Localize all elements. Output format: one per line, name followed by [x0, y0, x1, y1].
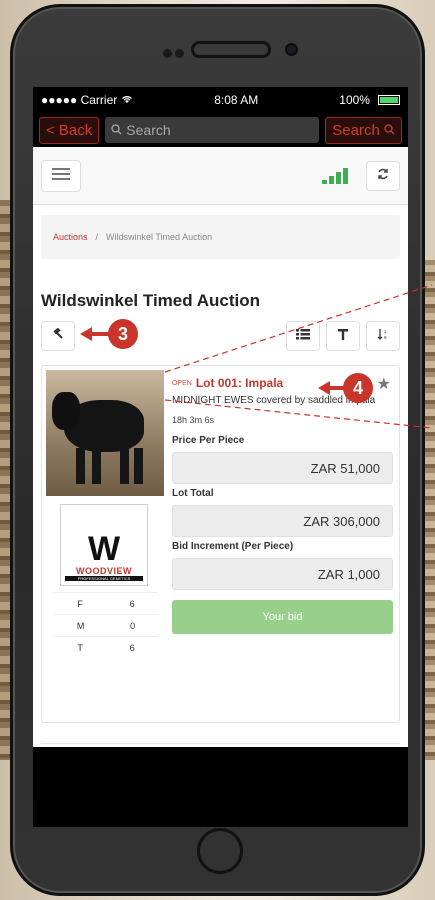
clock: 8:08 AM — [214, 93, 259, 107]
page-title: Wildswinkel Timed Auction — [41, 291, 260, 310]
logo-brand: WOODVIEW — [76, 566, 132, 576]
bid-increment-value: ZAR 1,000 — [172, 558, 393, 590]
signal-bars-icon — [322, 167, 348, 184]
filter-icon — [338, 327, 348, 345]
lot-total-label: Lot Total — [172, 488, 214, 499]
count-value-male: 0 — [130, 620, 136, 631]
lot-details: OPEN Lot 001: Impala ★ MIDNIGHT EWES cov… — [172, 376, 393, 634]
breadcrumb: Auctions / Wildswinkel Timed Auction — [41, 215, 400, 259]
bid-mode-button[interactable] — [41, 321, 75, 351]
wifi-icon — [121, 93, 133, 107]
search-placeholder: Search — [126, 122, 171, 138]
front-sensors — [163, 45, 187, 63]
table-row: M 0 — [54, 614, 158, 636]
star-icon[interactable]: ★ — [377, 374, 391, 394]
count-value-total: 6 — [129, 642, 135, 653]
refresh-icon — [377, 167, 389, 185]
callout-4-badge: 4 — [343, 373, 373, 403]
breadcrumb-current: Wildswinkel Timed Auction — [106, 232, 213, 242]
battery-percent: 100% — [339, 93, 370, 107]
breadcrumb-auctions-link[interactable]: Auctions — [53, 232, 88, 242]
breadcrumb-separator: / — [95, 232, 99, 242]
search-button[interactable]: Search — [325, 116, 402, 144]
lot-status-badge: OPEN — [172, 379, 192, 387]
phone-frame: ●●●●● Carrier 8:08 AM 100% < Back Search… — [10, 4, 425, 896]
list-icon — [296, 327, 310, 345]
back-button[interactable]: < Back — [39, 116, 100, 144]
gavel-icon — [52, 327, 64, 345]
earpiece-speaker — [191, 41, 271, 58]
count-label-total: T — [77, 642, 83, 653]
sort-icon: 19 — [377, 327, 389, 345]
home-button[interactable] — [197, 828, 243, 874]
refresh-button[interactable] — [366, 160, 400, 191]
app-toolbar — [33, 147, 408, 205]
price-per-piece-value: ZAR 51,000 — [172, 452, 393, 484]
battery-icon — [377, 95, 400, 105]
count-value-female: 6 — [129, 598, 135, 609]
count-label-male: M — [76, 620, 85, 631]
lot-counts-table: F 6 M 0 T 6 — [54, 592, 158, 658]
price-per-piece-label: Price Per Piece — [172, 435, 245, 446]
menu-button[interactable] — [41, 159, 81, 192]
next-lot-card — [41, 743, 400, 747]
carrier-label: ●●●●● Carrier — [41, 93, 118, 107]
search-icon — [111, 122, 122, 138]
search-button-label: Search — [332, 121, 380, 139]
list-view-button[interactable] — [286, 321, 320, 351]
filter-button[interactable] — [326, 321, 360, 351]
search-icon — [384, 122, 395, 139]
svg-text:1: 1 — [384, 329, 387, 334]
callout-3-arrow-shaft — [90, 332, 110, 336]
your-bid-button[interactable]: Your bid — [172, 600, 393, 634]
svg-text:9: 9 — [384, 335, 387, 340]
logo-mark: W — [87, 530, 121, 568]
bid-increment-label: Bid Increment (Per Piece) — [172, 541, 294, 552]
callout-3-badge: 3 — [108, 319, 138, 349]
search-input[interactable]: Search — [105, 117, 320, 143]
phone-screen: ●●●●● Carrier 8:08 AM 100% < Back Search… — [33, 87, 408, 827]
logo-tagline: PROFESSIONAL GENETICS — [65, 576, 143, 581]
app-content: Auctions / Wildswinkel Timed Auction Wil… — [33, 147, 408, 747]
seller-logo: W WOODVIEW PROFESSIONAL GENETICS — [60, 504, 148, 586]
lot-title-link[interactable]: Lot 001: Impala — [196, 376, 283, 390]
table-row: F 6 — [54, 592, 158, 614]
table-row: T 6 — [54, 636, 158, 658]
lot-photo[interactable] — [46, 370, 164, 496]
lot-total-value: ZAR 306,000 — [172, 505, 393, 537]
sort-button[interactable]: 19 — [366, 321, 400, 351]
hamburger-icon — [52, 167, 70, 185]
time-remaining: 18h 3m 6s — [172, 415, 215, 425]
front-camera — [285, 43, 298, 56]
count-label-female: F — [77, 598, 83, 609]
lot-card: W WOODVIEW PROFESSIONAL GENETICS F 6 M 0… — [41, 365, 400, 723]
status-bar: ●●●●● Carrier 8:08 AM 100% — [33, 87, 408, 113]
nav-bar: < Back Search Search — [33, 113, 408, 147]
